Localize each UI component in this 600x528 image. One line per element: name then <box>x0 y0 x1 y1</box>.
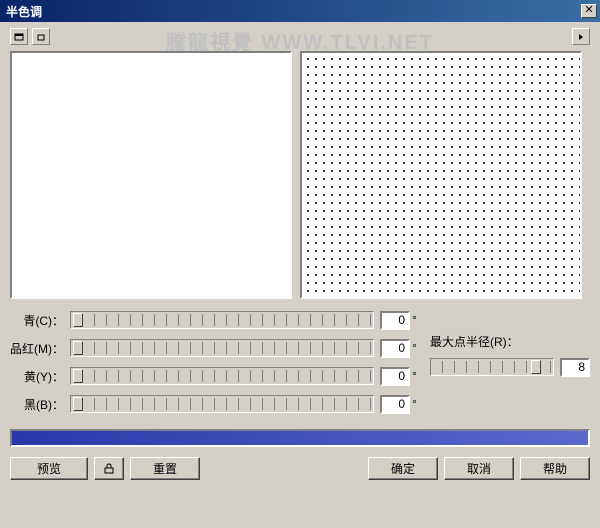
yellow-row: 黄(Y)： ° <box>10 363 420 389</box>
cyan-row: 青(C)： ° <box>10 307 420 333</box>
cyan-value[interactable] <box>380 311 410 330</box>
dialog-content: 青(C)： ° 品红(M)： ° 黄(Y)： <box>0 22 600 486</box>
cancel-button[interactable]: 取消 <box>444 457 514 480</box>
titlebar: 半色调 ✕ <box>0 0 600 22</box>
radius-value[interactable] <box>560 358 590 377</box>
progress-bar <box>10 429 590 447</box>
help-button[interactable]: 帮助 <box>520 457 590 480</box>
yellow-slider[interactable] <box>70 367 374 385</box>
magenta-unit: ° <box>410 341 420 355</box>
dual-window-icon <box>36 33 46 41</box>
slider-ticks <box>71 314 373 326</box>
before-preview[interactable] <box>10 51 292 299</box>
yellow-label: 黄(Y)： <box>10 368 70 385</box>
cyan-slider[interactable] <box>70 311 374 329</box>
button-row: 预览 重置 确定 取消 帮助 <box>10 457 590 480</box>
black-row: 黑(B)： ° <box>10 391 420 417</box>
window-mode-1-button[interactable] <box>10 28 28 45</box>
arrow-right-icon <box>578 33 584 41</box>
radius-section: 最大点半径(R)： <box>430 307 590 419</box>
preview-row <box>10 51 590 299</box>
max-radius-label: 最大点半径(R)： <box>430 333 590 350</box>
single-window-icon <box>14 33 24 41</box>
close-button[interactable]: ✕ <box>581 4 597 18</box>
window-mode-2-button[interactable] <box>32 28 50 45</box>
toolbar <box>10 28 590 45</box>
magenta-thumb[interactable] <box>73 341 83 355</box>
slider-ticks <box>71 398 373 410</box>
magenta-value[interactable] <box>380 339 410 358</box>
preview-button[interactable]: 预览 <box>10 457 88 480</box>
window-title: 半色调 <box>6 3 581 20</box>
lock-button[interactable] <box>94 457 124 480</box>
magenta-slider[interactable] <box>70 339 374 357</box>
ok-button[interactable]: 确定 <box>368 457 438 480</box>
controls-area: 青(C)： ° 品红(M)： ° 黄(Y)： <box>10 307 590 419</box>
lock-icon <box>104 463 114 474</box>
slider-ticks <box>71 370 373 382</box>
radius-slider[interactable] <box>430 358 554 376</box>
reset-button[interactable]: 重置 <box>130 457 200 480</box>
black-thumb[interactable] <box>73 397 83 411</box>
angle-sliders: 青(C)： ° 品红(M)： ° 黄(Y)： <box>10 307 420 419</box>
radius-thumb[interactable] <box>531 360 541 374</box>
after-preview[interactable] <box>300 51 582 299</box>
black-label: 黑(B)： <box>10 396 70 413</box>
flyout-button[interactable] <box>572 28 590 45</box>
radius-row <box>430 354 590 380</box>
black-unit: ° <box>410 397 420 411</box>
cyan-unit: ° <box>410 313 420 327</box>
slider-ticks <box>71 342 373 354</box>
yellow-thumb[interactable] <box>73 369 83 383</box>
cyan-thumb[interactable] <box>73 313 83 327</box>
magenta-label: 品红(M)： <box>10 340 70 357</box>
yellow-value[interactable] <box>380 367 410 386</box>
black-value[interactable] <box>380 395 410 414</box>
magenta-row: 品红(M)： ° <box>10 335 420 361</box>
black-slider[interactable] <box>70 395 374 413</box>
cyan-label: 青(C)： <box>10 312 70 329</box>
yellow-unit: ° <box>410 369 420 383</box>
